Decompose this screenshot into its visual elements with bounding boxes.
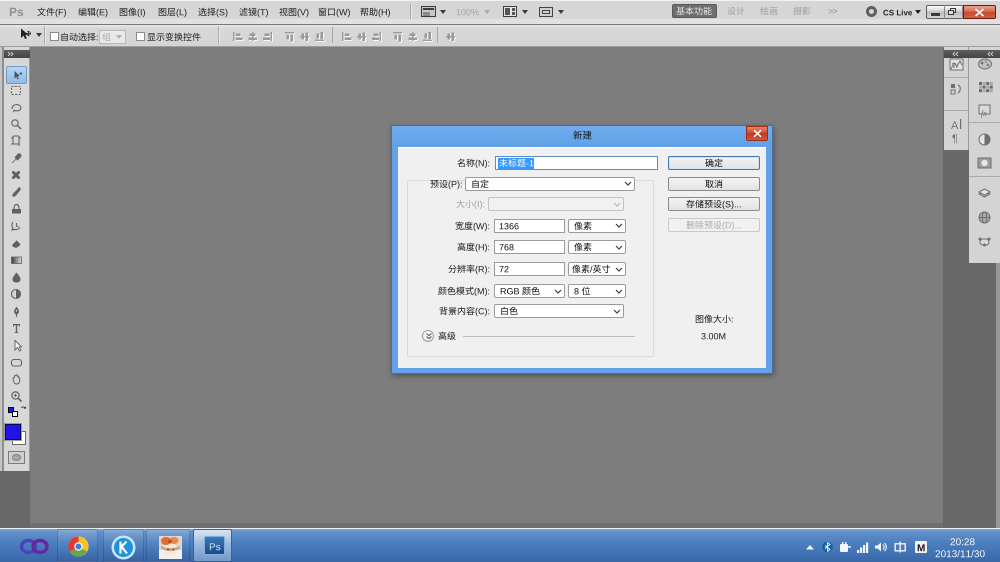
svg-text:W: W bbox=[952, 63, 959, 70]
svg-text:fx: fx bbox=[981, 109, 987, 118]
svg-text:¶: ¶ bbox=[952, 133, 958, 145]
